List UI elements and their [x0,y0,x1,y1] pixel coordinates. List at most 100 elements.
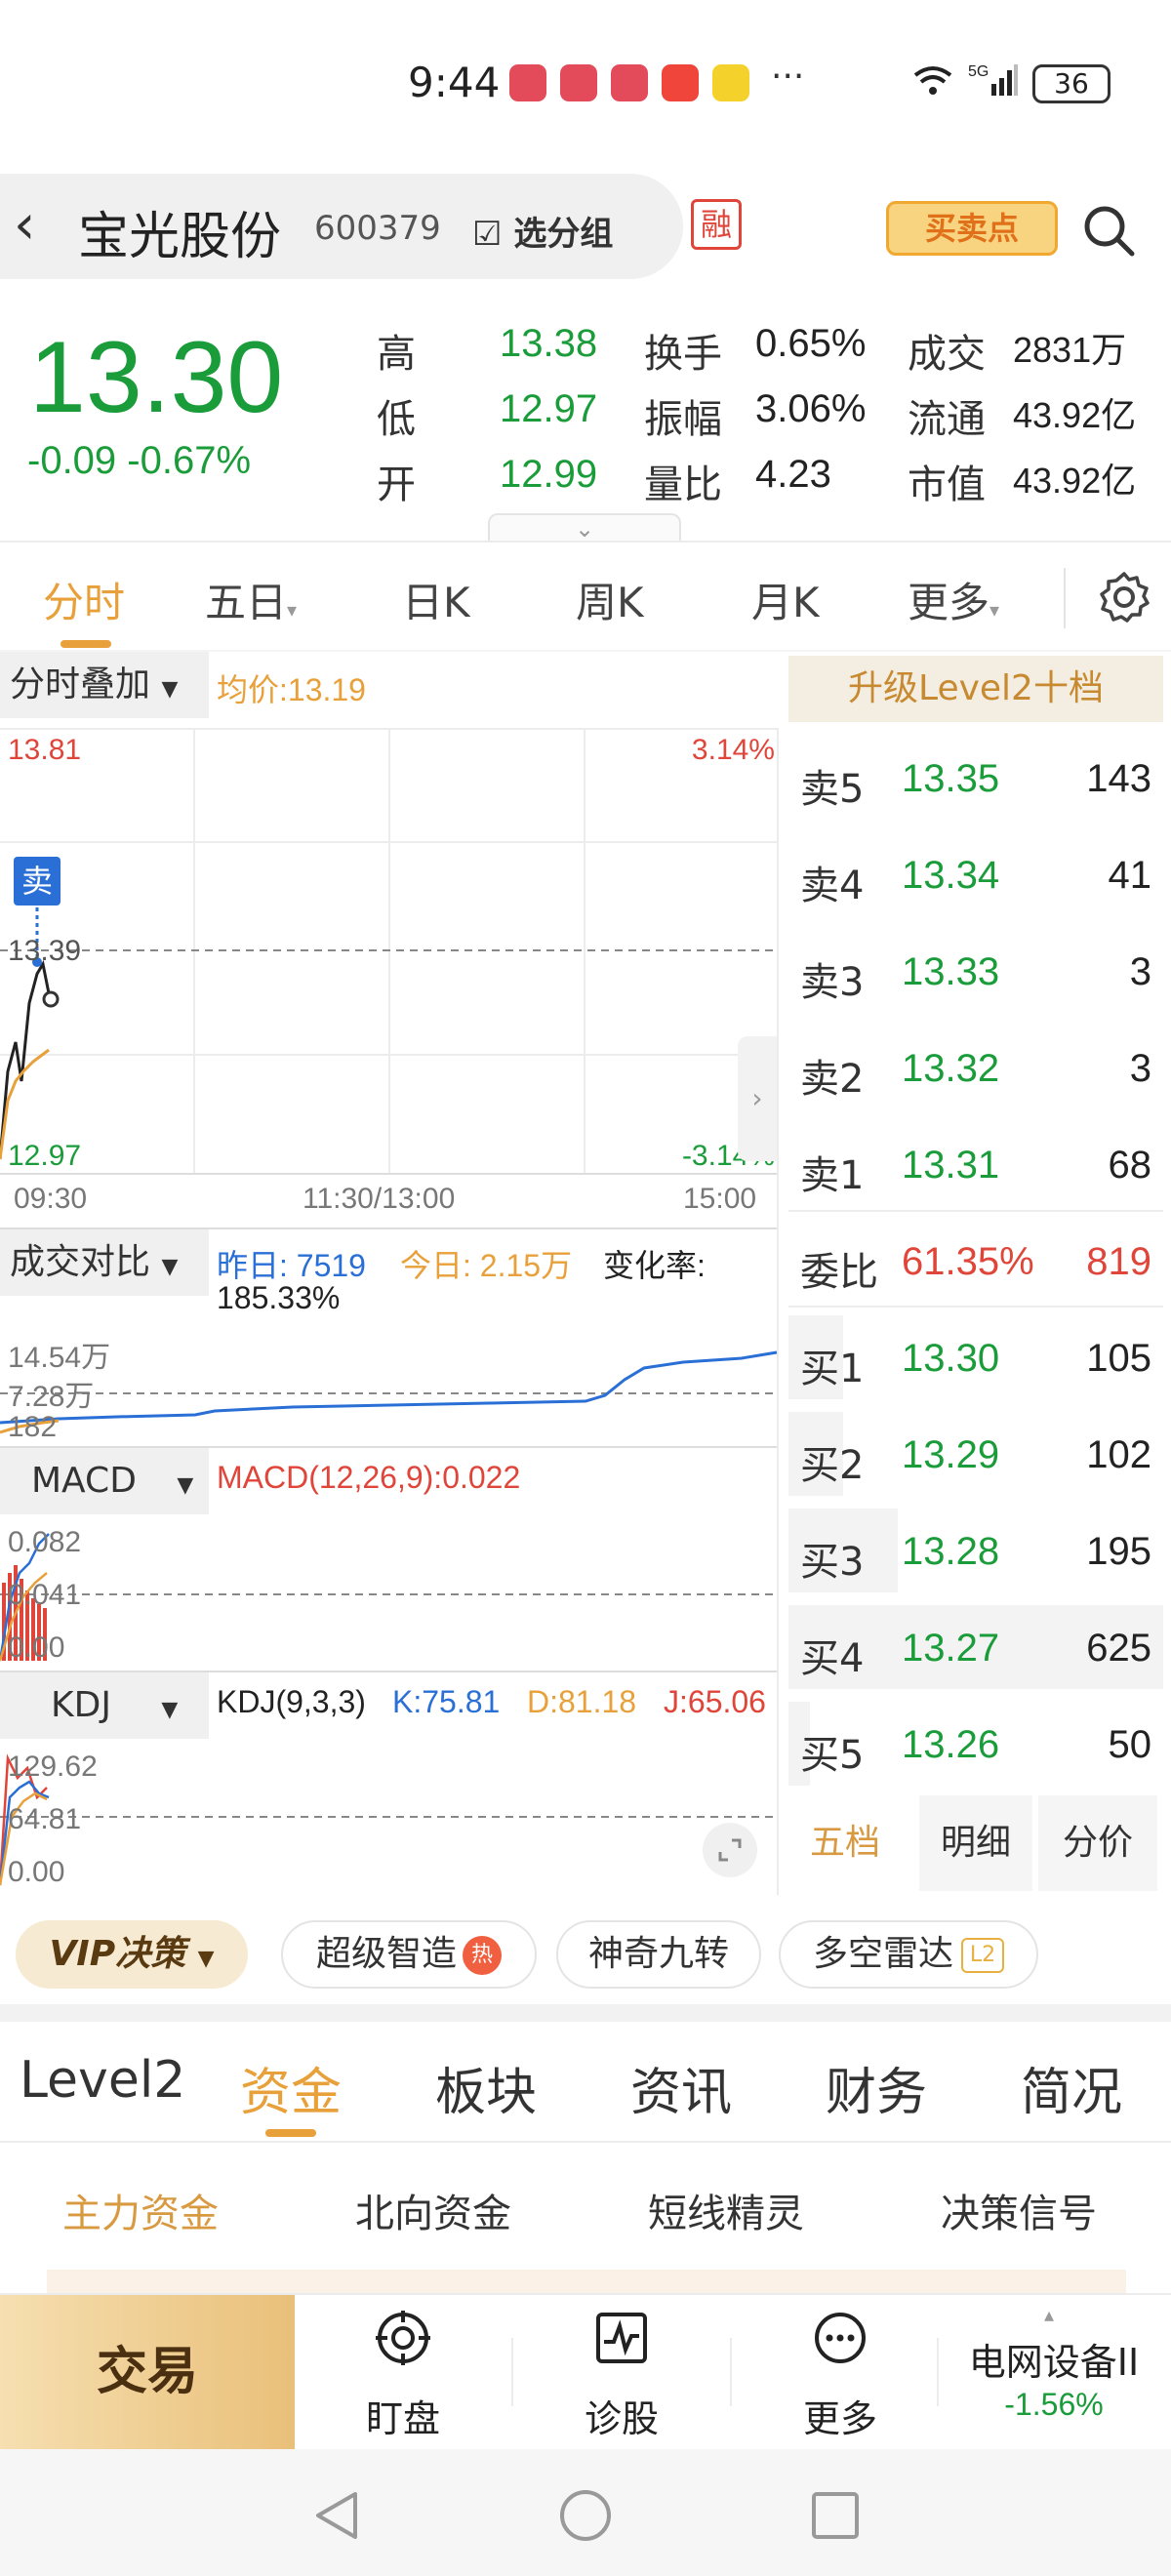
tab-five-day-label: 五日 [205,579,288,626]
kdj-params: KDJ(9,3,3) [217,1684,366,1719]
vip-decision-button[interactable]: VIP决策 ▼ [16,1920,248,1989]
chip-magic-nine[interactable]: 神奇九转 [556,1920,761,1989]
chip-super-manufacturing[interactable]: 超级智造热 [281,1920,537,1989]
caret-down-icon: ▼ [177,1473,194,1498]
chevron-down-icon: ⌄ [574,515,595,543]
more-icon [815,2313,866,2363]
tab-news[interactable]: 资讯 [630,2051,732,2124]
industry-sector-button[interactable]: ▴ 电网设备II -1.56% [937,2295,1171,2449]
fullscreen-icon[interactable] [703,1823,757,1877]
tab-weekly-k[interactable]: 周K [576,570,644,629]
pulse-chart-icon [596,2313,647,2363]
tab-monthly-k[interactable]: 月K [751,570,820,629]
bid-price: 13.28 [902,1530,1000,1573]
order-book: 升级Level2十档 卖5 13.35 143 卖4 13.34 41 卖3 13.33 3… [788,656,1171,1895]
tab-short-term-sprite[interactable]: 短线精灵 [648,2182,804,2238]
search-icon[interactable] [1079,201,1138,260]
tab-funds[interactable]: 资金 [240,2051,342,2124]
volume-compare-dropdown[interactable]: 成交对比 ▼ [0,1229,209,1296]
quote-label: 换手 [644,332,722,377]
chevron-right-icon: › [751,1082,763,1114]
watch-button[interactable]: 盯盘 [330,2295,476,2449]
volume-y1: 14.54万 [8,1342,111,1374]
caret-down-icon: ▼ [161,1255,179,1279]
ratio-label: 委比 [800,1250,878,1295]
volume-label: 成交对比 [10,1242,151,1282]
macd-dropdown[interactable]: MACD ▼ [0,1448,209,1514]
quote-row: 开 12.99 量比 4.23 市值 43.92亿 [377,447,1148,512]
quote-label: 量比 [644,463,722,507]
buy-sell-point-button[interactable]: 买卖点 [886,201,1058,256]
vip-decision-label: VIP决策 [49,1934,186,1974]
gear-icon[interactable] [1097,570,1151,624]
bottom-toolbar: 交易 盯盘 诊股 更多 ▴ 电网设备II -1.56% [0,2293,1171,2449]
info-tabs: Level2 资金 板块 资讯 财务 简况 [0,2022,1171,2143]
checkbox-icon: ☑ [472,215,503,254]
change-percent: -0.67% [127,439,252,482]
kdj-dropdown[interactable]: KDJ ▼ [0,1672,209,1739]
tab-details[interactable]: 明细 [919,1795,1032,1891]
diagnose-button[interactable]: 诊股 [548,2295,695,2449]
tab-daily-k[interactable]: 日K [402,570,470,629]
tab-five-levels[interactable]: 五档 [788,1795,902,1891]
collapse-book-handle[interactable]: › [738,1036,777,1161]
more-button[interactable]: 更多 [767,2295,913,2449]
bid-row: 买2 13.29 102 [788,1404,1163,1501]
tab-intraday[interactable]: 分时 [43,570,125,629]
tab-five-day[interactable]: 五日▾ [205,570,297,629]
caret-down-icon: ▾ [287,598,298,622]
quote-label: 市值 [908,463,986,507]
change-value: -0.09 [27,439,117,482]
sell-signal-tag[interactable]: 卖 [14,857,61,906]
tab-financials[interactable]: 财务 [826,2051,927,2124]
nav-recents-icon[interactable] [810,2490,861,2541]
ask-label: 卖1 [800,1153,865,1198]
tab-sector[interactable]: 板块 [435,2051,537,2124]
level2-upgrade-banner[interactable]: 升级Level2十档 [788,656,1163,722]
content-strip [47,2270,1126,2295]
divider [0,541,1171,543]
caret-down-icon: ▼ [161,1698,179,1722]
ratio-percent: 61.35% [902,1240,1034,1283]
bid-label: 买4 [800,1636,865,1681]
ask-price: 13.31 [902,1144,1000,1187]
industry-name: 电网设备II [968,2341,1140,2384]
expand-quote-button[interactable]: ⌄ [488,513,681,543]
volume-y2: 7.28万 [8,1381,95,1413]
order-ratio-row: 委比 61.35% 819 [788,1211,1163,1308]
y-axis-bottom: 12.97 [8,1140,82,1172]
current-price: 13.30 [29,321,284,434]
quote-panel: 13.30 -0.09 -0.67% 高 13.38 换手 0.65% 成交 2… [0,293,1171,543]
select-group-button[interactable]: ☑ 选分组 [472,207,613,255]
margin-badge[interactable]: 融 [691,199,742,250]
tab-level2[interactable]: Level2 [20,2051,185,2110]
tab-price-distribution[interactable]: 分价 [1038,1795,1157,1891]
tab-northbound-funds[interactable]: 北向资金 [355,2182,511,2238]
divider [511,2338,513,2406]
kdj-k: K:75.81 [392,1684,501,1719]
bid-price: 13.29 [902,1433,1000,1476]
quote-value: 12.97 [500,387,598,430]
ask-volume: 68 [1108,1144,1152,1187]
quote-value: 0.65% [755,322,867,365]
divider [1064,568,1066,628]
caret-up-icon: ▴ [1044,2303,1055,2326]
chip-label: 超级智造 [315,1934,457,1974]
tab-profile[interactable]: 简况 [1021,2051,1122,2124]
tab-more-label: 更多 [908,579,990,626]
tab-decision-signals[interactable]: 决策信号 [941,2182,1097,2238]
system-nav-bar [0,2449,1171,2576]
back-icon[interactable]: ‹ [14,193,35,257]
nav-home-icon[interactable] [558,2488,613,2543]
more-label: 更多 [802,2397,877,2440]
tab-more[interactable]: 更多▾ [908,570,999,629]
ask-price: 13.34 [902,854,1000,897]
trade-button[interactable]: 交易 [0,2295,295,2449]
tab-main-funds[interactable]: 主力资金 [62,2182,219,2238]
wifi-icon [911,63,954,104]
quote-row: 高 13.38 换手 0.65% 成交 2831万 [377,316,1148,382]
ask-volume: 143 [1086,757,1151,800]
chip-bull-bear-radar[interactable]: 多空雷达 L2 [779,1920,1038,1989]
level2-badge-icon: L2 [961,1938,1004,1973]
nav-back-icon[interactable] [310,2488,361,2543]
